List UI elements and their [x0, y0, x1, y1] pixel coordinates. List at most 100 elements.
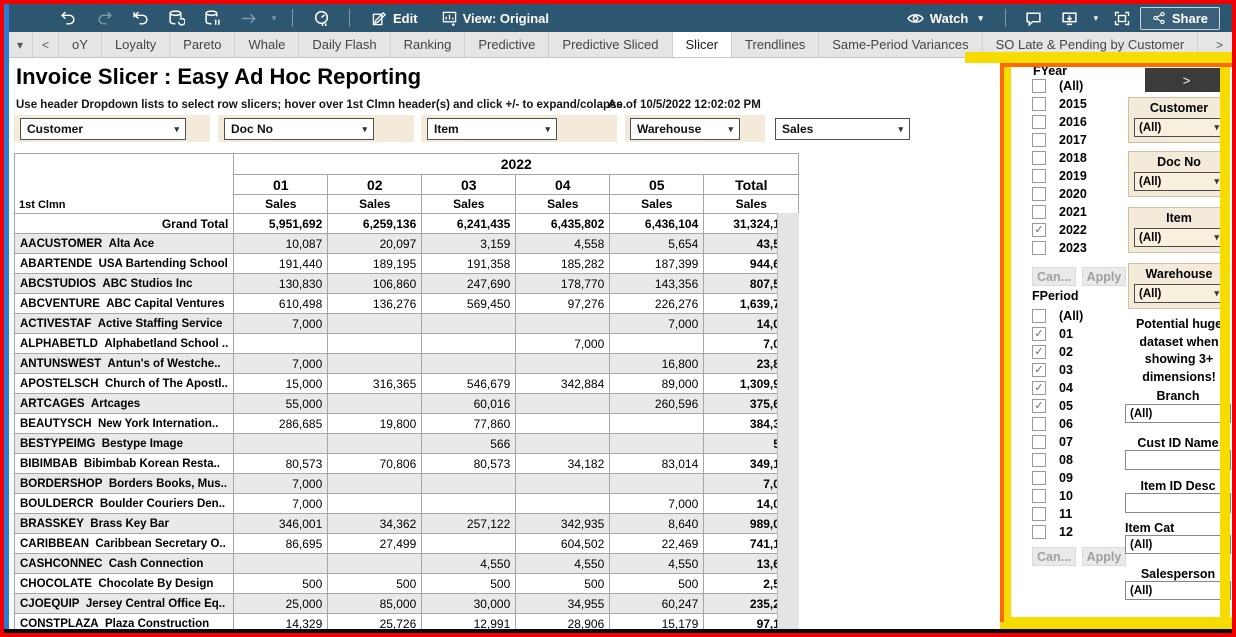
checkbox-unchecked[interactable] — [1032, 507, 1046, 521]
value-cell[interactable]: 7,000 — [234, 314, 328, 334]
tab-predictive[interactable]: Predictive — [465, 32, 549, 57]
row-label[interactable]: ACTIVESTAF Active Staffing Service — [15, 314, 234, 334]
value-cell[interactable]: 342,935 — [516, 514, 610, 534]
checkbox-unchecked[interactable] — [1032, 97, 1046, 111]
value-cell[interactable]: 3,159 — [422, 234, 516, 254]
row-label[interactable]: BRASSKEY Brass Key Bar — [15, 514, 234, 534]
table-row[interactable]: CASHCONNEC Cash Connection4,5504,5504,55… — [15, 554, 799, 574]
value-cell[interactable]: 16,800 — [610, 354, 704, 374]
value-cell[interactable] — [234, 334, 328, 354]
view-original-button[interactable]: View: Original — [442, 11, 549, 26]
tab-same-period-variances[interactable]: Same-Period Variances — [819, 32, 982, 57]
data-freshness-icon[interactable] — [303, 6, 339, 30]
table-row[interactable]: ALPHABETLD Alphabetland School ..7,0007,… — [15, 334, 799, 354]
checkbox-unchecked[interactable] — [1032, 187, 1046, 201]
grand-total-row[interactable]: Grand Total5,951,6926,259,1366,241,4356,… — [15, 214, 799, 234]
table-row[interactable]: ACTIVESTAF Active Staffing Service7,0007… — [15, 314, 799, 334]
table-row[interactable]: APOSTELSCH Church of The Apostl..15,0003… — [15, 374, 799, 394]
forward-icon[interactable] — [230, 6, 266, 30]
value-cell[interactable] — [422, 334, 516, 354]
slicer-dropdown-doc-no[interactable]: Doc No▾ — [224, 118, 374, 140]
row-label[interactable]: CASHCONNEC Cash Connection — [15, 554, 234, 574]
value-cell[interactable] — [328, 394, 422, 414]
checkbox-checked[interactable]: ✓ — [1032, 345, 1046, 359]
fperiod-option-09[interactable]: 09 — [1032, 469, 1127, 487]
fyear-option-2016[interactable]: 2016 — [1032, 113, 1127, 131]
value-cell[interactable]: 22,469 — [610, 534, 704, 554]
tab-so-pending[interactable]: SO Pending & — [1198, 32, 1207, 57]
grand-total-cell[interactable]: 6,436,104 — [610, 214, 704, 234]
edit-button[interactable]: Edit — [372, 11, 418, 26]
value-cell[interactable] — [328, 554, 422, 574]
checkbox-checked[interactable]: ✓ — [1032, 327, 1046, 341]
tab-trendlines[interactable]: Trendlines — [732, 32, 819, 57]
fperiod-option-02[interactable]: ✓02 — [1032, 343, 1127, 361]
row-label[interactable]: APOSTELSCH Church of The Apostl.. — [15, 374, 234, 394]
value-cell[interactable]: 25,726 — [328, 614, 422, 634]
slicer-dropdown-customer[interactable]: Customer▾ — [20, 118, 186, 140]
checkbox-checked[interactable]: ✓ — [1032, 223, 1046, 237]
table-row[interactable]: ABCSTUDIOS ABC Studios Inc130,830106,860… — [15, 274, 799, 294]
value-cell[interactable]: 286,685 — [234, 414, 328, 434]
row-label[interactable]: BOULDERCR Boulder Couriers Den.. — [15, 494, 234, 514]
value-cell[interactable]: 14,329 — [234, 614, 328, 634]
value-cell[interactable]: 7,000 — [234, 354, 328, 374]
checkbox-unchecked[interactable] — [1032, 205, 1046, 219]
tab-predictive-sliced[interactable]: Predictive Sliced — [549, 32, 672, 57]
value-cell[interactable]: 77,860 — [422, 414, 516, 434]
quick-filter-dropdown-warehouse[interactable]: (All)▾ — [1134, 284, 1224, 303]
value-cell[interactable]: 247,690 — [422, 274, 516, 294]
row-label[interactable]: CARIBBEAN Caribbean Secretary O.. — [15, 534, 234, 554]
value-cell[interactable]: 34,955 — [516, 594, 610, 614]
grand-total-cell[interactable]: 6,259,136 — [328, 214, 422, 234]
slicer-dropdown-sales[interactable]: Sales▾ — [775, 118, 910, 140]
grand-total-cell[interactable]: 6,435,802 — [516, 214, 610, 234]
table-row[interactable]: BESTYPEIMG Bestype Image566566 — [15, 434, 799, 454]
row-label[interactable]: ANTUNSWEST Antun's of Westche.. — [15, 354, 234, 374]
value-cell[interactable]: 7,000 — [610, 314, 704, 334]
tab-scroll-left-icon[interactable]: < — [33, 32, 59, 57]
value-cell[interactable]: 346,001 — [234, 514, 328, 534]
checkbox-checked[interactable]: ✓ — [1032, 381, 1046, 395]
checkbox-unchecked[interactable] — [1032, 471, 1046, 485]
tab-pareto[interactable]: Pareto — [170, 32, 235, 57]
value-cell[interactable]: 4,550 — [422, 554, 516, 574]
checkbox-unchecked[interactable] — [1032, 435, 1046, 449]
comments-icon[interactable] — [1016, 6, 1052, 30]
column-header-05[interactable]: 05 — [610, 175, 704, 195]
fyear-option-2023[interactable]: 2023 — [1032, 239, 1127, 257]
row-label[interactable]: ARTCAGES Artcages — [15, 394, 234, 414]
pause-data-icon[interactable] — [194, 6, 230, 30]
value-cell[interactable]: 25,000 — [234, 594, 328, 614]
value-cell[interactable]: 7,000 — [516, 334, 610, 354]
column-header-01[interactable]: 01 — [234, 175, 328, 195]
value-cell[interactable]: 610,498 — [234, 294, 328, 314]
tab-scroll-right-icon[interactable]: > — [1207, 32, 1232, 57]
grand-total-cell[interactable]: 6,241,435 — [422, 214, 516, 234]
table-row[interactable]: ARTCAGES Artcages55,00060,016260,596375,… — [15, 394, 799, 414]
value-cell[interactable]: 226,276 — [610, 294, 704, 314]
column-header-03[interactable]: 03 — [422, 175, 516, 195]
value-cell[interactable]: 191,358 — [422, 254, 516, 274]
tab-oy[interactable]: oY — [59, 32, 102, 57]
forward-caret-icon[interactable]: ▾ — [266, 6, 282, 30]
value-cell[interactable] — [516, 434, 610, 454]
value-cell[interactable] — [516, 354, 610, 374]
quick-filter-dropdown-doc-no[interactable]: (All)▾ — [1134, 172, 1224, 191]
value-cell[interactable]: 4,558 — [516, 234, 610, 254]
value-cell[interactable] — [328, 334, 422, 354]
value-cell[interactable] — [328, 474, 422, 494]
tab-daily-flash[interactable]: Daily Flash — [299, 32, 390, 57]
download-icon[interactable] — [1052, 6, 1088, 30]
share-button[interactable]: Share — [1140, 7, 1220, 30]
value-cell[interactable]: 500 — [516, 574, 610, 594]
value-cell[interactable]: 260,596 — [610, 394, 704, 414]
quick-filter-dropdown-item[interactable]: (All)▾ — [1134, 228, 1224, 247]
value-cell[interactable]: 60,247 — [610, 594, 704, 614]
value-cell[interactable]: 5,654 — [610, 234, 704, 254]
value-cell[interactable] — [328, 494, 422, 514]
fyear-option-2017[interactable]: 2017 — [1032, 131, 1127, 149]
value-cell[interactable]: 60,016 — [422, 394, 516, 414]
value-cell[interactable]: 546,679 — [422, 374, 516, 394]
fyear-option-2018[interactable]: 2018 — [1032, 149, 1127, 167]
